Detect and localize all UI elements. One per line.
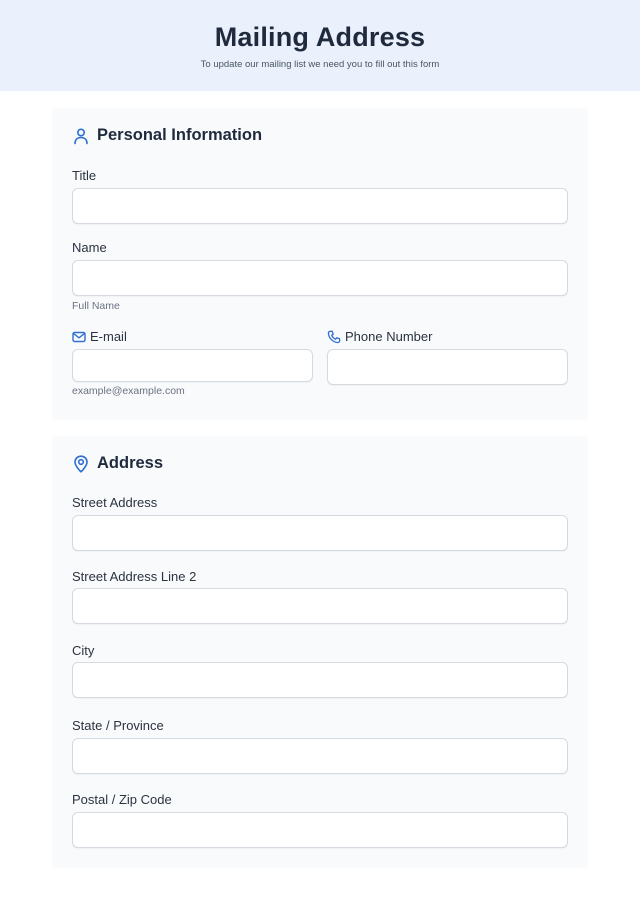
envelope-icon [72,330,86,344]
state-province-input[interactable] [72,738,568,774]
form-header: Mailing Address To update our mailing li… [0,0,640,91]
title-input[interactable] [72,188,568,224]
email-input[interactable] [72,349,313,382]
name-label: Name [72,240,107,255]
form-subtitle: To update our mailing list we need you t… [200,59,440,70]
address-header: Address [72,454,163,473]
city-label: City [72,643,95,658]
phone-icon [327,330,341,344]
postal-zip-code-input[interactable] [72,812,568,848]
address-title: Address [97,454,164,472]
postal-zip-code-label: Postal / Zip Code [72,792,172,807]
address-section: Address Street Address Street Address Li… [52,436,588,868]
name-input[interactable] [72,260,568,296]
email-label: E-mail [72,329,127,344]
city-input[interactable] [72,662,568,698]
form-title: Mailing Address [214,22,426,52]
person-icon [72,127,90,145]
personal-information-header: Personal Information [72,126,262,145]
email-label-text: E-mail [90,329,127,344]
street-address-input[interactable] [72,515,568,551]
name-sublabel: Full Name [72,300,120,312]
street-address-line-2-label: Street Address Line 2 [72,569,197,584]
personal-information-section: Personal Information Title Name Full Nam… [52,108,588,420]
state-province-label: State / Province [72,718,164,733]
street-address-line-2-input[interactable] [72,588,568,624]
map-pin-icon [72,454,90,473]
street-address-label: Street Address [72,495,158,510]
personal-information-title: Personal Information [97,126,263,144]
title-label: Title [72,168,97,183]
phone-input[interactable] [327,349,568,385]
phone-label: Phone Number [327,329,432,344]
phone-label-text: Phone Number [345,329,433,344]
email-sublabel: example@example.com [72,385,185,397]
